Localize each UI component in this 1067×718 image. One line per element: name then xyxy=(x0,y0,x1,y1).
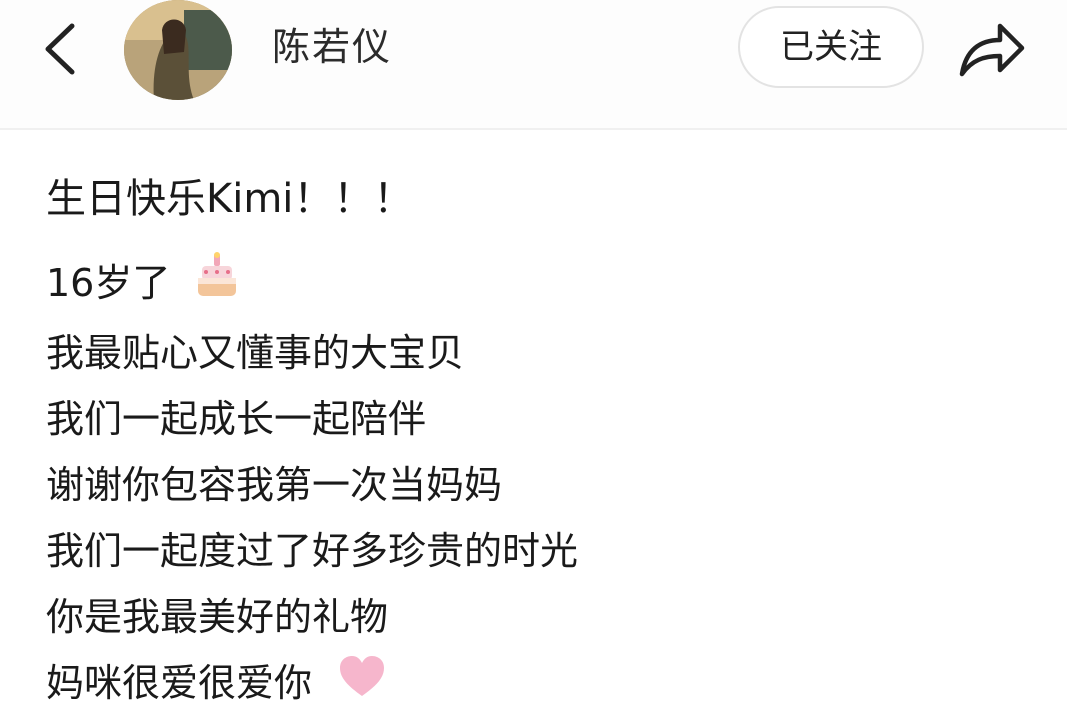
follow-button[interactable]: 已关注 xyxy=(738,6,924,88)
share-button[interactable] xyxy=(956,16,1028,80)
post-line: 你是我最美好的礼物 xyxy=(46,584,1046,650)
birthday-cake-icon xyxy=(196,252,238,320)
post-line-text: 16岁了 xyxy=(46,261,170,305)
post-line: 我们一起度过了好多珍贵的时光 xyxy=(46,518,1046,584)
post-line: 妈咪很爱很爱你 xyxy=(46,650,1046,718)
post-content: 生日快乐Kimi！！！ 16岁了 我最贴心又懂事的大宝贝 我们一起成长一起陪伴 … xyxy=(46,166,1046,718)
avatar[interactable] xyxy=(124,0,232,100)
top-bar: 陈若仪 已关注 xyxy=(0,0,1067,130)
post-line: 我最贴心又懂事的大宝贝 xyxy=(46,320,1046,386)
post-line: 我们一起成长一起陪伴 xyxy=(46,386,1046,452)
heart-icon xyxy=(338,652,386,718)
post-title: 生日快乐Kimi！！！ xyxy=(46,166,1046,232)
chevron-left-icon xyxy=(38,22,86,76)
share-icon xyxy=(956,16,1028,80)
post-line-text: 妈咪很爱很爱你 xyxy=(46,661,312,705)
username[interactable]: 陈若仪 xyxy=(272,22,392,72)
post-line: 16岁了 xyxy=(46,250,1046,320)
back-button[interactable] xyxy=(38,22,86,76)
post-line: 谢谢你包容我第一次当妈妈 xyxy=(46,452,1046,518)
avatar-photo xyxy=(124,0,232,100)
